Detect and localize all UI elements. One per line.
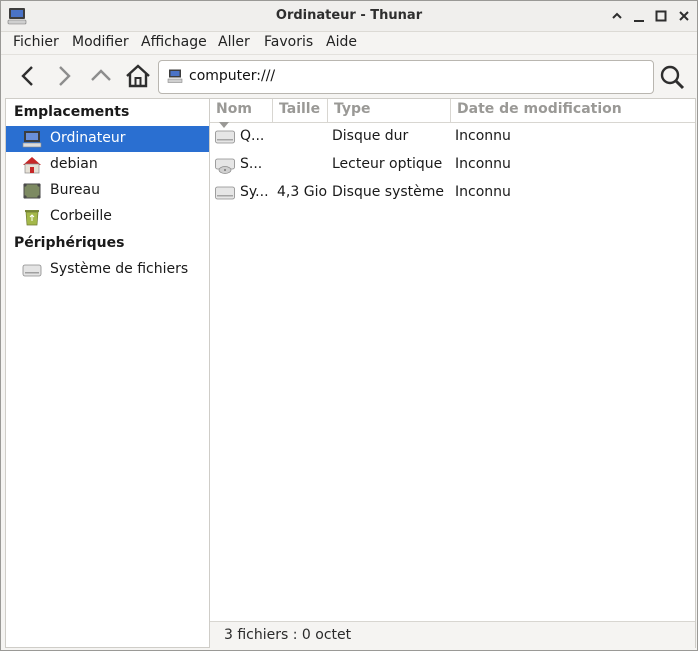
section-peripheriques: Périphériques bbox=[14, 235, 125, 251]
home-folder-icon bbox=[22, 156, 42, 174]
forward-button[interactable] bbox=[49, 61, 79, 91]
sidebar-item-debian[interactable]: debian bbox=[6, 152, 209, 178]
status-bar: 3 fichiers : 0 octet bbox=[210, 621, 695, 648]
thunar-window: Ordinateur - Thunar Fichier Modifier Aff… bbox=[0, 0, 698, 651]
trash-icon bbox=[22, 208, 42, 226]
sidebar-item-bureau[interactable]: Bureau bbox=[6, 178, 209, 204]
search-icon bbox=[660, 65, 685, 90]
minimize-button[interactable] bbox=[629, 6, 649, 26]
section-emplacements: Emplacements bbox=[14, 104, 130, 120]
menu-bar: Fichier Modifier Affichage Aller Favoris… bbox=[1, 32, 697, 55]
shade-button[interactable] bbox=[607, 6, 627, 26]
title-bar[interactable]: Ordinateur - Thunar bbox=[1, 1, 697, 32]
home-button[interactable] bbox=[123, 61, 153, 91]
maximize-button[interactable] bbox=[651, 6, 671, 26]
column-header-date[interactable]: Date de modification bbox=[451, 99, 695, 123]
cell-name: S... bbox=[240, 156, 263, 172]
menu-aller[interactable]: Aller bbox=[218, 34, 250, 50]
menu-aide[interactable]: Aide bbox=[326, 34, 357, 50]
sidebar-item-label: Ordinateur bbox=[50, 130, 126, 146]
cell-date: Inconnu bbox=[455, 128, 511, 144]
column-header-nom[interactable]: Nom bbox=[210, 99, 273, 128]
maximize-icon bbox=[655, 10, 667, 22]
parent-folder-button[interactable] bbox=[86, 61, 116, 91]
harddisk-icon bbox=[215, 186, 235, 204]
drive-icon bbox=[22, 261, 42, 279]
cell-date: Inconnu bbox=[455, 156, 511, 172]
cell-type: Disque dur bbox=[332, 128, 409, 144]
computer-icon bbox=[167, 69, 183, 87]
minimize-icon bbox=[634, 20, 644, 22]
harddisk-icon bbox=[215, 130, 235, 148]
search-button[interactable] bbox=[657, 62, 687, 92]
cell-name: Q... bbox=[240, 128, 265, 144]
optical-drive-icon bbox=[215, 158, 235, 178]
chevron-up-icon bbox=[91, 69, 111, 81]
computer-icon bbox=[22, 130, 42, 148]
table-row[interactable]: Q... Disque dur Inconnu bbox=[210, 123, 695, 151]
back-button[interactable] bbox=[13, 61, 43, 91]
sidebar-item-label: Corbeille bbox=[50, 208, 112, 224]
chevron-right-icon bbox=[59, 66, 71, 86]
chevron-up-icon bbox=[612, 12, 622, 19]
table-row[interactable]: S... Lecteur optique Inconnu bbox=[210, 151, 695, 179]
location-bar[interactable]: computer:/// bbox=[158, 60, 654, 94]
sidebar-item-label: Bureau bbox=[50, 182, 100, 198]
sidebar-item-corbeille[interactable]: Corbeille bbox=[6, 204, 209, 230]
column-label: Taille bbox=[279, 101, 321, 117]
column-label: Type bbox=[334, 101, 371, 117]
window-title: Ordinateur - Thunar bbox=[275, 8, 423, 23]
home-icon bbox=[126, 64, 150, 88]
menu-modifier[interactable]: Modifier bbox=[72, 34, 129, 50]
cell-type: Lecteur optique bbox=[332, 156, 443, 172]
column-header-type[interactable]: Type bbox=[328, 99, 451, 123]
close-button[interactable] bbox=[674, 6, 694, 26]
cell-date: Inconnu bbox=[455, 184, 511, 200]
location-path: computer:/// bbox=[189, 68, 276, 84]
column-header-taille[interactable]: Taille bbox=[273, 99, 328, 123]
column-label: Nom bbox=[216, 101, 252, 117]
sidebar-item-systeme-de-fichiers[interactable]: Système de fichiers bbox=[6, 257, 209, 283]
sidebar-item-label: Système de fichiers bbox=[50, 261, 189, 277]
cell-size: 4,3 Gio bbox=[277, 184, 328, 200]
chevron-left-icon bbox=[21, 66, 33, 86]
table-row[interactable]: Sy... 4,3 Gio Disque système Inconnu bbox=[210, 179, 695, 207]
file-list: Nom Taille Type Date de modification Q..… bbox=[209, 98, 696, 648]
cell-type: Disque système bbox=[332, 184, 445, 200]
menu-fichier[interactable]: Fichier bbox=[13, 34, 59, 50]
status-text: 3 fichiers : 0 octet bbox=[224, 627, 352, 643]
menu-affichage[interactable]: Affichage bbox=[141, 34, 207, 50]
cell-name: Sy... bbox=[240, 184, 269, 200]
sidebar-item-label: debian bbox=[50, 156, 98, 172]
sidebar: Emplacements Ordinateur debian Bureau Co… bbox=[5, 98, 209, 648]
sidebar-item-ordinateur[interactable]: Ordinateur bbox=[6, 126, 209, 152]
close-icon bbox=[679, 11, 689, 21]
desktop-icon bbox=[22, 182, 42, 200]
column-label: Date de modification bbox=[457, 101, 622, 117]
menu-favoris[interactable]: Favoris bbox=[264, 34, 313, 50]
